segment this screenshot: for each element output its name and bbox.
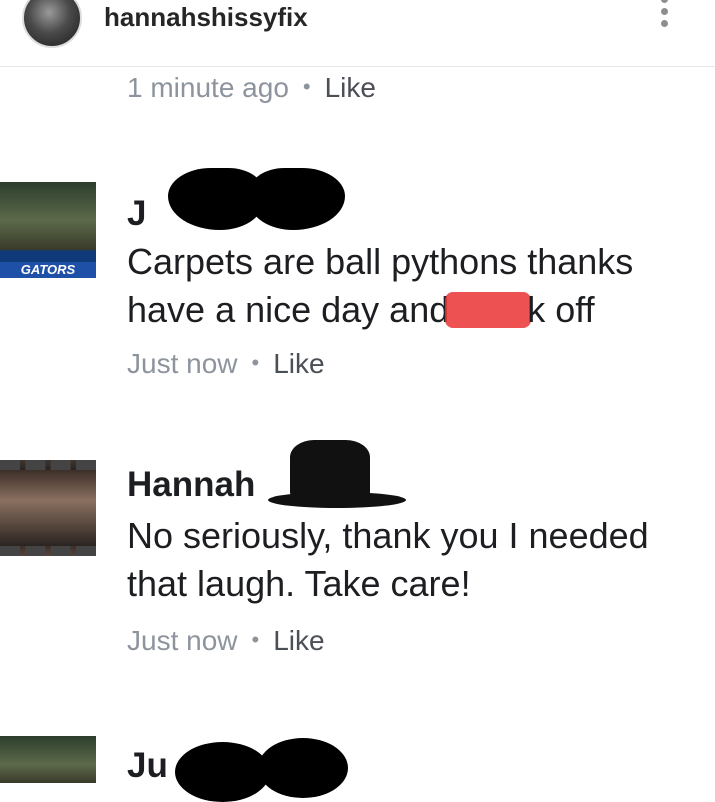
meta-separator: •	[251, 350, 260, 375]
post-header: hannahshissyfix	[0, 0, 715, 67]
username[interactable]: hannahshissyfix	[104, 2, 308, 33]
profile-avatar[interactable]	[22, 0, 82, 48]
mustache-redaction	[175, 742, 270, 802]
commenter-name[interactable]: J	[127, 194, 146, 234]
comment-meta-row: Just now • Like	[127, 625, 325, 657]
mustache-redaction	[168, 168, 263, 230]
like-button[interactable]: Like	[273, 625, 324, 656]
comment-text-line: that laugh. Take care!	[127, 563, 471, 604]
like-button[interactable]: Like	[325, 72, 376, 103]
hat-redaction	[290, 440, 370, 498]
commenter-name[interactable]: Ju	[127, 746, 168, 786]
comment-text-part: k off	[527, 289, 595, 330]
comment-text-line: have a nice day and k off	[127, 286, 712, 334]
comment-text: No seriously, thank you I needed that la…	[127, 512, 712, 608]
hat-redaction	[268, 492, 406, 508]
comment-time: Just now	[127, 348, 238, 379]
comment-meta-row: 1 minute ago • Like	[127, 72, 376, 104]
commenter-name[interactable]: Hannah	[127, 465, 255, 505]
comment-text-part: have a nice day and	[127, 289, 450, 330]
commenter-avatar[interactable]	[0, 460, 96, 556]
comment-text-line: Carpets are ball pythons thanks	[127, 241, 634, 282]
meta-separator: •	[302, 74, 311, 99]
mustache-redaction	[258, 738, 348, 798]
meta-separator: •	[251, 627, 260, 652]
comment-text: Carpets are ball pythons thanks have a n…	[127, 238, 712, 334]
comment-meta-row: Just now • Like	[127, 348, 325, 380]
comment-time: Just now	[127, 625, 238, 656]
more-vertical-icon[interactable]	[654, 0, 674, 36]
comment-time: 1 minute ago	[127, 72, 289, 103]
censor-redaction	[445, 292, 532, 328]
comment-text-line: No seriously, thank you I needed	[127, 515, 649, 556]
commenter-avatar[interactable]	[0, 736, 96, 783]
avatar-badge: GATORS	[0, 262, 96, 278]
like-button[interactable]: Like	[273, 348, 324, 379]
mustache-redaction	[250, 168, 345, 230]
